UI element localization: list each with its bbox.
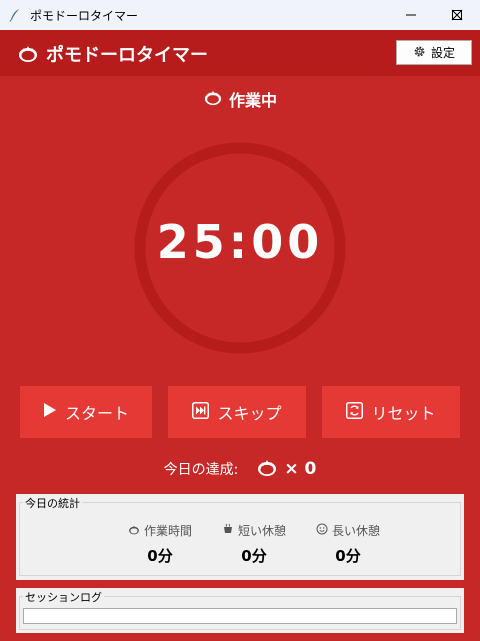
session-log-title: セッションログ [23,589,104,605]
play-icon [43,402,57,422]
stat-long-break: 長い休憩 0分 [300,522,396,566]
fast-forward-icon [192,401,210,423]
daily-achievement: 今日の達成: × 0 [0,456,480,482]
reset-label: リセット [371,404,436,423]
stats-panel: 今日の統計 作業時間 0分 短い休憩 0分 長い休憩 0分 [16,494,464,580]
tomato-icon [128,524,140,538]
close-button[interactable] [434,0,480,30]
minimize-button[interactable] [388,0,434,30]
start-label: スタート [64,404,129,423]
achievement-count: × 0 [284,459,317,479]
status-indicator: 作業中 [0,86,480,112]
window-title: ポモドーロタイマー [30,8,139,23]
refresh-icon [346,401,364,423]
tomato-icon [203,88,223,110]
stat-label: 作業時間 [143,524,192,538]
timer-display: 25:00 [156,215,324,269]
tomato-icon [17,43,39,67]
app-title: ポモドーロタイマー [46,45,208,66]
stat-value: 0分 [335,547,361,565]
feather-icon [0,0,30,30]
stat-value: 0分 [147,547,173,565]
session-log-panel: セッションログ [16,588,464,633]
stats-title: 今日の統計 [23,495,82,511]
start-button[interactable]: スタート [20,386,152,438]
settings-button[interactable]: 設定 [396,40,472,65]
achievement-label: 今日の達成: [163,462,239,478]
stat-value: 0分 [241,547,267,565]
status-label: 作業中 [228,91,277,110]
app-header: ポモドーロタイマー 設定 [0,30,480,76]
session-log-list[interactable] [23,608,457,624]
smile-icon [316,523,328,538]
window-titlebar: ポモドーロタイマー [0,0,480,30]
gear-icon [413,43,426,62]
reset-button[interactable]: リセット [322,386,460,438]
tomato-icon [256,457,278,481]
skip-label: スキップ [217,404,282,423]
stat-label: 短い休憩 [237,524,286,538]
stat-label: 長い休憩 [331,524,380,538]
coffee-icon [222,523,234,538]
skip-button[interactable]: スキップ [168,386,306,438]
stat-work-time: 作業時間 0分 [112,522,208,566]
settings-label: 設定 [430,46,455,60]
stat-short-break: 短い休憩 0分 [206,522,302,566]
